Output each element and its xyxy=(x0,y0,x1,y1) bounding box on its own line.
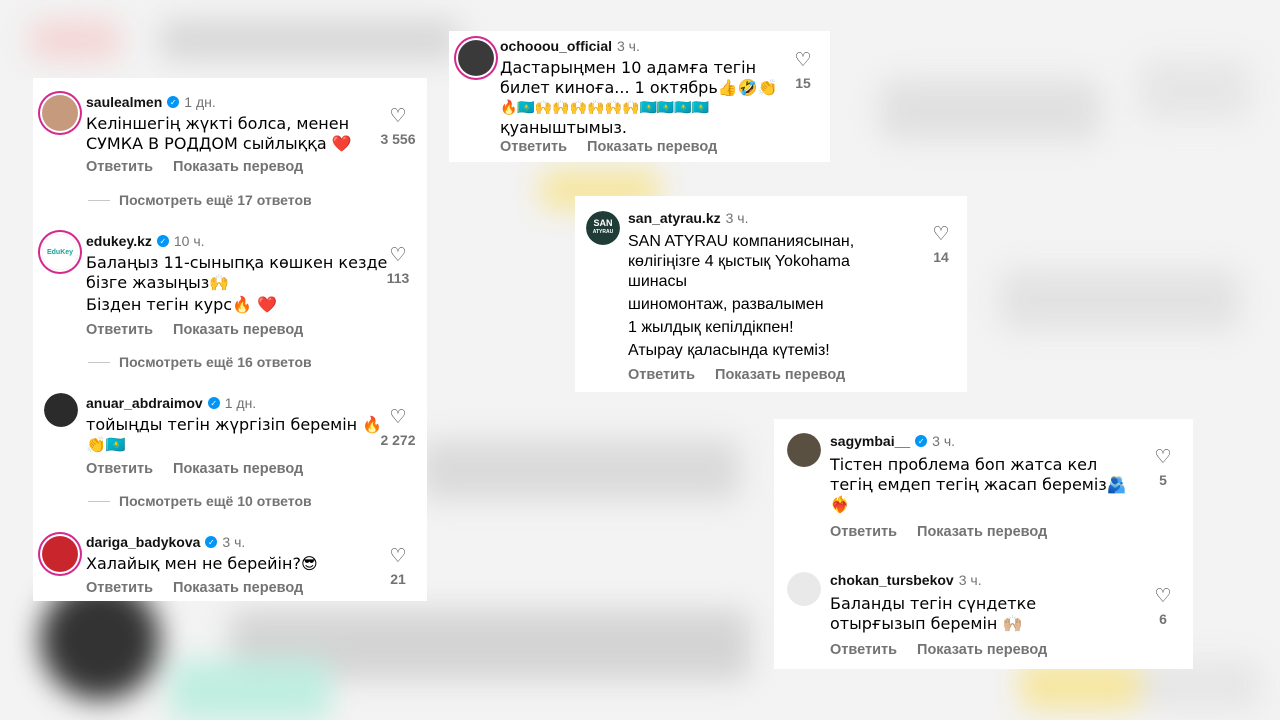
translate-button[interactable]: Показать перевод xyxy=(917,524,1047,540)
heart-outline-icon[interactable]: ♡ xyxy=(374,246,422,266)
comment-text: тегің емдеп тегің жасап береміз🫂 xyxy=(830,475,1127,494)
timestamp: 3 ч. xyxy=(958,572,982,588)
comment-text: шиномонтаж, развалымен xyxy=(628,296,824,313)
avatar[interactable] xyxy=(42,536,78,572)
verified-badge-icon: ✓ xyxy=(207,397,220,409)
comment-text: шинасы xyxy=(628,273,688,290)
comment-text: Дастарыңмен 10 адамға тегін xyxy=(500,58,757,77)
like-count: 15 xyxy=(795,75,811,91)
reply-button[interactable]: Ответить xyxy=(86,461,153,477)
avatar[interactable] xyxy=(787,433,821,467)
timestamp: 3 ч. xyxy=(617,38,640,54)
view-replies-button[interactable]: Посмотреть ещё 10 ответов xyxy=(119,493,312,509)
comment-text: отырғызып беремін 🙌🏼 xyxy=(830,614,1023,633)
heart-outline-icon[interactable]: ♡ xyxy=(374,107,422,127)
verified-badge-icon: ✓ xyxy=(156,235,169,247)
avatar-logo-subtext: ATYRAU xyxy=(592,229,614,235)
translate-button[interactable]: Показать перевод xyxy=(173,461,303,477)
comment-text: бізге жазыңыз🙌 xyxy=(86,273,230,292)
comment-text: Атырау қаласында күтеміз! xyxy=(628,342,830,359)
translate-button[interactable]: Показать перевод xyxy=(173,159,303,175)
view-replies-button[interactable]: Посмотреть ещё 16 ответов xyxy=(119,354,312,370)
timestamp: 3 ч. xyxy=(725,210,749,226)
avatar[interactable] xyxy=(787,572,821,606)
comment-card-san-atyrau: SAN ATYRAU san_atyrau.kz 3 ч. SAN ATYRAU… xyxy=(575,196,967,392)
comment-text: SAN ATYRAU компаниясынан, xyxy=(628,233,855,250)
heart-outline-icon[interactable]: ♡ xyxy=(917,225,965,245)
comment-text: 🔥🇰🇿🙌🙌🙌🙌🙌🙌🇰🇿🇰🇿🇰🇿🇰🇿 xyxy=(500,100,710,116)
avatar-logo-text: SAN xyxy=(593,218,613,228)
heart-outline-icon[interactable]: ♡ xyxy=(779,51,827,71)
comment-text: Бізден тегін курс🔥 ❤️ xyxy=(86,295,277,314)
comment-text: 👏🇰🇿 xyxy=(86,435,126,454)
view-replies-button[interactable]: Посмотреть ещё 17 ответов xyxy=(119,192,312,208)
username[interactable]: edukey.kz xyxy=(86,233,152,249)
username[interactable]: sagymbai__ xyxy=(830,433,910,449)
verified-badge-icon: ✓ xyxy=(915,435,928,447)
timestamp: 1 дн. xyxy=(224,395,257,411)
heart-outline-icon[interactable]: ♡ xyxy=(1139,587,1187,607)
comment-text: тойыңды тегін жүргізіп беремін 🔥 xyxy=(86,415,383,434)
translate-button[interactable]: Показать перевод xyxy=(587,139,717,155)
divider xyxy=(88,500,110,502)
avatar[interactable]: EduKey xyxy=(42,234,78,270)
comment-text: ❤️‍🔥 xyxy=(830,495,850,514)
comment-text: қуаныштымыз. xyxy=(500,118,627,137)
comment-text: билет киноға... 1 октябрь👍🤣👏 xyxy=(500,78,778,97)
like-count: 3 556 xyxy=(380,131,416,147)
reply-button[interactable]: Ответить xyxy=(830,642,897,658)
username[interactable]: dariga_badykova xyxy=(86,534,200,550)
reply-button[interactable]: Ответить xyxy=(500,139,567,155)
avatar[interactable] xyxy=(44,393,78,427)
translate-button[interactable]: Показать перевод xyxy=(715,367,845,383)
heart-outline-icon[interactable]: ♡ xyxy=(374,408,422,428)
comment-text: Балаңыз 11-сыныпқа көшкен кезде xyxy=(86,253,388,272)
username[interactable]: anuar_abdraimov xyxy=(86,395,203,411)
comment-text: көлігіңізге 4 қыстық Yokohama xyxy=(628,253,850,270)
avatar[interactable]: SAN ATYRAU xyxy=(586,211,620,245)
like-count: 21 xyxy=(390,571,406,587)
comment-text: Тістен проблема боп жатса кел xyxy=(830,455,1098,474)
username[interactable]: saulealmen xyxy=(86,94,162,110)
comment-text: Келіншегің жүкті болса, менен xyxy=(86,114,350,133)
avatar[interactable] xyxy=(42,95,78,131)
divider xyxy=(88,199,110,201)
comment-text: Халайық мен не берейін?😎 xyxy=(86,554,318,573)
heart-outline-icon[interactable]: ♡ xyxy=(1139,448,1187,468)
username[interactable]: chokan_tursbekov xyxy=(830,572,954,588)
username[interactable]: san_atyrau.kz xyxy=(628,210,721,226)
like-count: 113 xyxy=(386,270,410,286)
comment-card-ochooou: ochooou_official 3 ч. Дастарыңмен 10 ада… xyxy=(449,31,830,162)
comment-text: Баланды тегін сүндетке xyxy=(830,594,1037,613)
reply-button[interactable]: Ответить xyxy=(86,159,153,175)
verified-badge-icon: ✓ xyxy=(205,536,218,548)
reply-button[interactable]: Ответить xyxy=(86,322,153,338)
comments-card-right: sagymbai__ ✓ 3 ч. Тістен проблема боп жа… xyxy=(774,419,1193,669)
like-count: 5 xyxy=(1159,472,1167,488)
reply-button[interactable]: Ответить xyxy=(830,524,897,540)
translate-button[interactable]: Показать перевод xyxy=(917,642,1047,658)
verified-badge-icon: ✓ xyxy=(167,96,180,108)
avatar[interactable] xyxy=(458,40,494,76)
timestamp: 3 ч. xyxy=(222,534,246,550)
reply-button[interactable]: Ответить xyxy=(86,580,153,596)
like-count: 6 xyxy=(1159,611,1167,627)
translate-button[interactable]: Показать перевод xyxy=(173,322,303,338)
comments-card-left: saulealmen ✓ 1 дн. Келіншегің жүкті болс… xyxy=(33,78,427,601)
translate-button[interactable]: Показать перевод xyxy=(173,580,303,596)
heart-outline-icon[interactable]: ♡ xyxy=(374,547,422,567)
timestamp: 3 ч. xyxy=(932,433,956,449)
username[interactable]: ochooou_official xyxy=(500,38,612,54)
reply-button[interactable]: Ответить xyxy=(628,367,695,383)
like-count: 14 xyxy=(933,249,949,265)
like-count: 2 272 xyxy=(380,432,416,448)
comment-text: СУМКА В РОДДОМ сыйлыққа ❤️ xyxy=(86,134,352,153)
divider xyxy=(88,361,110,363)
timestamp: 1 дн. xyxy=(184,94,216,110)
timestamp: 10 ч. xyxy=(173,233,205,249)
comment-text: 1 жылдық кепілдікпен! xyxy=(628,319,794,336)
